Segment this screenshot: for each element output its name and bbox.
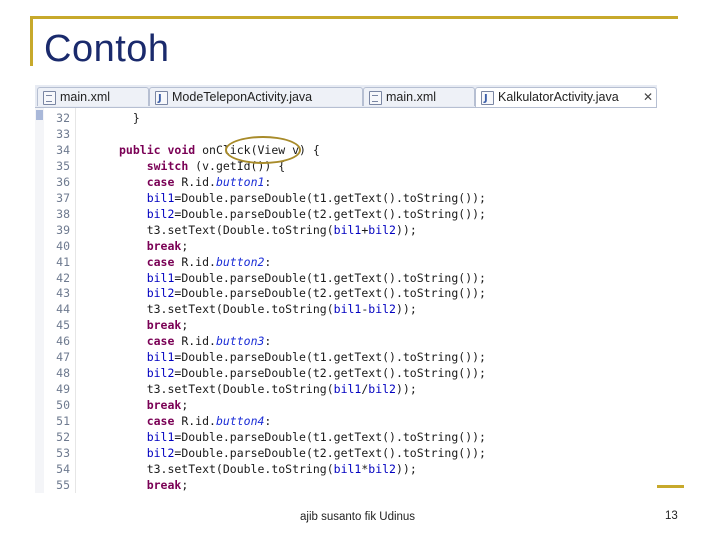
code-line: case R.id.button2: bbox=[146, 254, 272, 269]
slide-footer: ajib susanto fik Udinus bbox=[300, 511, 416, 523]
slide-title: Contoh bbox=[44, 28, 170, 70]
line-number: 42 bbox=[56, 270, 70, 285]
line-number: 36 bbox=[56, 174, 70, 189]
line-number: 46 bbox=[56, 334, 70, 349]
line-number: 38 bbox=[56, 206, 70, 221]
line-number: 48 bbox=[56, 366, 70, 381]
line-number: 54 bbox=[56, 461, 70, 476]
bookmark-marker-icon bbox=[36, 110, 43, 120]
line-number: 33 bbox=[56, 126, 70, 141]
tab-main-xml-1[interactable]: main.xml bbox=[37, 87, 149, 106]
line-number: 49 bbox=[56, 382, 70, 397]
highlight-circle bbox=[225, 136, 301, 164]
code-line: t3.setText(Double.toString(bil1+bil2)); bbox=[119, 222, 417, 237]
java-file-icon bbox=[155, 89, 168, 108]
code-line: break; bbox=[146, 318, 189, 333]
tab-label: KalkulatorActivity.java bbox=[498, 90, 619, 104]
line-number: 43 bbox=[56, 286, 70, 301]
line-number: 50 bbox=[56, 398, 70, 413]
code-line: bil2=Double.parseDouble(t2.getText().toS… bbox=[146, 206, 486, 221]
close-icon[interactable]: ✕ bbox=[643, 88, 653, 107]
code-line: bil2=Double.parseDouble(t2.getText().toS… bbox=[146, 366, 486, 381]
line-number: 41 bbox=[56, 254, 70, 269]
line-number: 53 bbox=[56, 445, 70, 460]
line-number: 37 bbox=[56, 190, 70, 205]
slide-frame-top bbox=[30, 16, 678, 19]
code-line: bil1=Double.parseDouble(t1.getText().toS… bbox=[146, 270, 486, 285]
code-line: break; bbox=[146, 398, 189, 413]
code-line: case R.id.button4: bbox=[146, 414, 272, 429]
code-line: t3.setText(Double.toString(bil1-bil2)); bbox=[119, 302, 417, 317]
code-line: break; bbox=[146, 477, 189, 492]
line-number: 32 bbox=[56, 111, 70, 125]
xml-file-icon bbox=[369, 91, 382, 105]
line-number: 34 bbox=[56, 142, 70, 157]
line-number: 44 bbox=[56, 302, 70, 317]
java-file-icon bbox=[481, 89, 494, 108]
xml-file-icon bbox=[43, 91, 56, 105]
tab-label: ModeTeleponActivity.java bbox=[172, 90, 313, 104]
line-number: 40 bbox=[56, 238, 70, 253]
line-number: 45 bbox=[56, 318, 70, 333]
code-line: bil1=Double.parseDouble(t1.getText().toS… bbox=[146, 430, 486, 444]
code-line: t3.setText(Double.toString(bil1/bil2)); bbox=[119, 382, 417, 397]
code-line: case R.id.button3: bbox=[146, 334, 272, 349]
page-number: 13 bbox=[665, 510, 678, 522]
line-number: 51 bbox=[56, 414, 70, 429]
tab-kalkulator-activity[interactable]: KalkulatorActivity.java ✕ bbox=[475, 87, 657, 108]
code-line: } bbox=[119, 111, 140, 125]
code-line: bil1=Double.parseDouble(t1.getText().toS… bbox=[146, 190, 486, 205]
line-number: 55 bbox=[56, 477, 70, 492]
code-line: bil2=Double.parseDouble(t2.getText().toS… bbox=[146, 445, 486, 460]
line-number: 39 bbox=[56, 222, 70, 237]
tab-label: main.xml bbox=[60, 90, 111, 104]
code-line: case R.id.button1: bbox=[146, 174, 272, 189]
tab-main-xml-2[interactable]: main.xml bbox=[363, 87, 475, 106]
tab-label: main.xml bbox=[386, 90, 437, 104]
tab-modetelepon-activity[interactable]: ModeTeleponActivity.java bbox=[149, 87, 363, 108]
code-line: bil2=Double.parseDouble(t2.getText().toS… bbox=[146, 286, 486, 301]
code-editor: main.xml ModeTeleponActivity.java main.x… bbox=[35, 85, 657, 493]
code-line: break; bbox=[146, 238, 189, 253]
slide-frame-left bbox=[30, 16, 33, 66]
line-number: 35 bbox=[56, 158, 70, 173]
code-line: t3.setText(Double.toString(bil1*bil2)); bbox=[119, 461, 417, 476]
code-line: bil1=Double.parseDouble(t1.getText().toS… bbox=[146, 350, 486, 365]
line-number: 47 bbox=[56, 350, 70, 365]
line-number: 52 bbox=[56, 430, 70, 444]
editor-tab-bar: main.xml ModeTeleponActivity.java main.x… bbox=[35, 85, 657, 108]
slide-frame-corner bbox=[656, 485, 684, 488]
